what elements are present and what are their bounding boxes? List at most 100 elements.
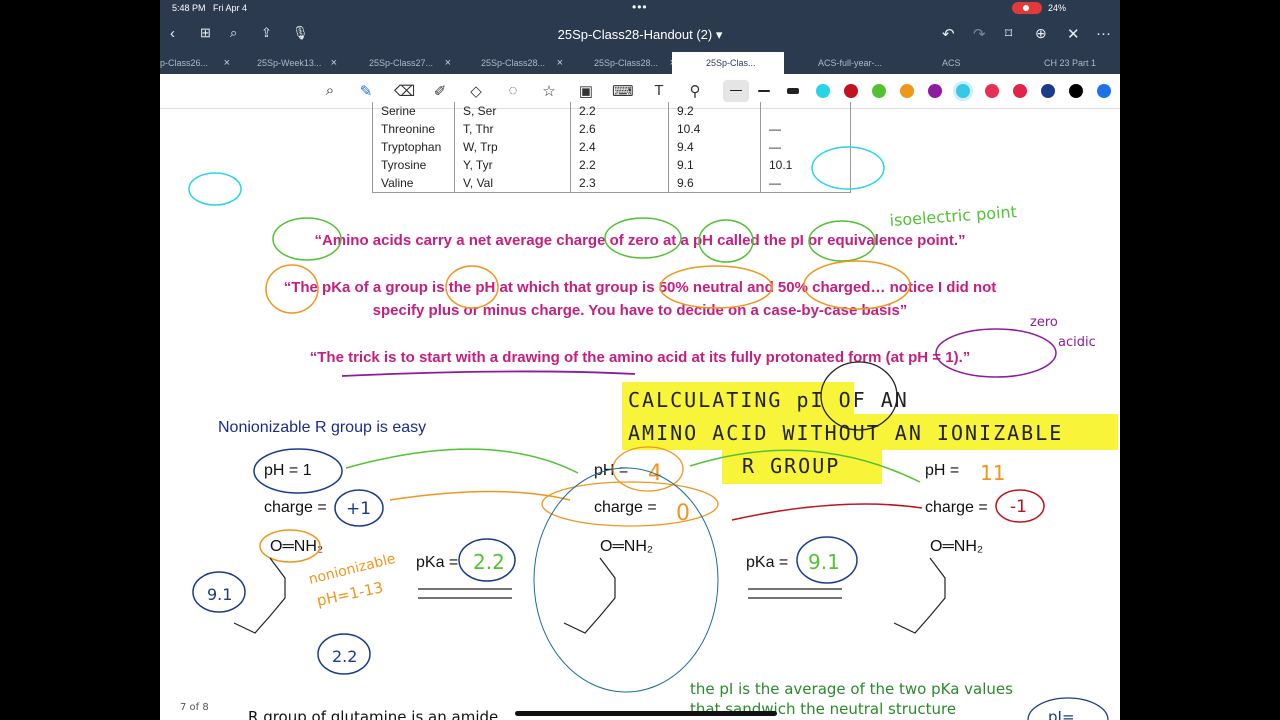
circle-zero [604,217,682,259]
color-black[interactable] [1069,84,1083,98]
status-bar: 5:48 PM Fri Apr 4 ••• 24% [160,0,1120,16]
tab-3[interactable]: 25Sp-Class27... × [369,52,451,74]
tab-close-icon[interactable]: × [331,52,337,74]
color-red[interactable] [1013,84,1027,98]
note-acidic: acidic [1058,335,1096,350]
tab-close-icon[interactable]: × [557,52,563,74]
circle-pka [265,264,319,314]
tab-close-icon[interactable]: × [224,52,230,74]
note-isoelectric: isoelectric point [889,202,1017,230]
color-blue[interactable] [1097,84,1111,98]
shapes-icon[interactable]: ◇ [466,82,486,100]
circle-ph1-left [253,448,343,494]
lasso-zoom-icon[interactable]: ⌕ [320,82,340,100]
close-icon[interactable]: ✕ [1067,25,1080,43]
tab-label: CH 23 Part 1 [1044,58,1097,68]
stroke-thin-line [730,90,742,91]
cooh-pka-value: 2.2 [332,647,357,666]
bottom-text: R group of glutamine is an amide [248,708,498,720]
status-time: 5:48 PM [172,3,206,13]
structure-left [233,557,286,634]
image-icon[interactable]: ▣ [576,82,596,100]
handwriting-layer: isoelectric point zero acidic +1 4 0 11 … [180,146,1109,720]
sticker-icon[interactable]: ☆ [539,82,559,100]
color-light-blue-selected[interactable] [956,84,970,98]
pen-icon[interactable]: ✎ [356,82,376,100]
pka1-value: 2.2 [473,550,505,574]
n-pka-value: 9.1 [207,585,232,604]
circle-pi-heading [820,361,898,431]
charge-left-value: +1 [346,499,371,519]
tab-2[interactable]: 25Sp-Week13... × [257,52,337,74]
circle-amino [272,217,342,261]
arrow-charge-2 [731,503,923,521]
color-green[interactable] [872,84,886,98]
more-icon[interactable]: ··· [1096,25,1111,42]
tab-9[interactable]: CH 23 Part 1 [1044,52,1120,74]
highlighter-icon[interactable]: ✐ [430,82,450,100]
color-purple[interactable] [928,84,942,98]
underline-trick [341,370,636,377]
eraser-icon[interactable]: ⌫ [394,82,415,100]
circle-50-charged [803,260,911,310]
structure-mid [563,557,616,634]
app-window: 5:48 PM Fri Apr 4 ••• 24% ‹ ⊞ ⌕ ⇪ 🎙 25Sp… [160,0,1120,720]
color-orange[interactable] [900,84,914,98]
tab-label: 25Sp-Week13... [257,58,322,68]
tab-5[interactable]: 25Sp-Class28...× [594,52,676,74]
tab-label: 25Sp-Class28... [481,58,546,68]
circle-pi [808,220,876,262]
circle-ph-2 [445,265,499,309]
charge-right-value: -1 [1010,497,1027,517]
color-cyan[interactable] [816,84,830,98]
structure-right [893,557,946,634]
circle-amide-left [259,529,321,563]
tab-active[interactable]: 25Sp-Clas... [672,52,784,74]
tab-label: 25Sp-Class27... [369,58,434,68]
bookmark-icon[interactable]: ⌑ [1005,25,1012,42]
stroke-thick[interactable] [787,88,799,94]
tab-bar: p-Class26... × 25Sp-Week13... × 25Sp-Class… [160,52,1120,74]
stroke-medium[interactable] [758,90,770,92]
text-icon[interactable]: T [649,82,669,100]
ph-right-value: 11 [980,461,1005,485]
note-nonionizable: nonionizable [307,551,397,588]
circle-50-neutral [659,265,773,309]
laser-pointer-icon[interactable]: ⚲ [685,82,705,100]
tab-label: ACS-full-year-... [818,58,883,68]
arrow-charge-1 [389,490,571,501]
undo-icon[interactable]: ↶ [942,25,955,43]
top-bar: 5:48 PM Fri Apr 4 ••• 24% ‹ ⊞ ⌕ ⇪ 🎙 25Sp… [160,0,1120,109]
tab-1[interactable]: p-Class26... × [160,52,230,74]
tab-label: 25Sp-Clas... [706,58,756,68]
arrow-ph-2 [689,449,921,483]
color-navy[interactable] [1041,84,1055,98]
circle-ph [698,219,754,263]
document-title-text: 25Sp-Class28-Handout (2) [557,27,713,42]
tab-label: ACS [942,58,961,68]
pka2-value: 9.1 [808,550,840,574]
circle-ph1 [935,328,1057,378]
note-pi-average-1: the pI is the average of the two pKa val… [690,680,1013,698]
redo-icon[interactable]: ↷ [973,25,986,43]
tab-close-icon[interactable]: × [445,52,451,74]
stroke-thin-selected[interactable] [723,80,749,102]
add-page-icon[interactable]: ⊕ [1035,25,1047,42]
arrow-ph-1 [345,448,579,474]
screen-record-icon[interactable] [1012,2,1042,14]
pi-corner: pI= [1048,708,1075,720]
lasso-icon[interactable]: ◌ [503,82,523,100]
tab-label: p-Class26... [160,58,209,68]
color-pink-red[interactable] [985,84,999,98]
status-date: Fri Apr 4 [213,3,248,13]
document-page[interactable]: Serine S, Ser 2.2 9.2 Threonine T, Thr 2.6 10.4… [160,102,1120,720]
tab-7[interactable]: ACS-full-year-... [818,52,910,74]
keyboard-icon[interactable]: ⌨ [612,82,634,100]
tab-4[interactable]: 25Sp-Class28... × [481,52,563,74]
color-dark-red[interactable] [844,84,858,98]
home-indicator[interactable] [515,711,777,716]
circle-neutral-structure [533,467,719,693]
tab-8[interactable]: ACS [942,52,1012,74]
multitask-dots[interactable]: ••• [632,0,648,14]
tab-label: 25Sp-Class28... [594,58,659,68]
